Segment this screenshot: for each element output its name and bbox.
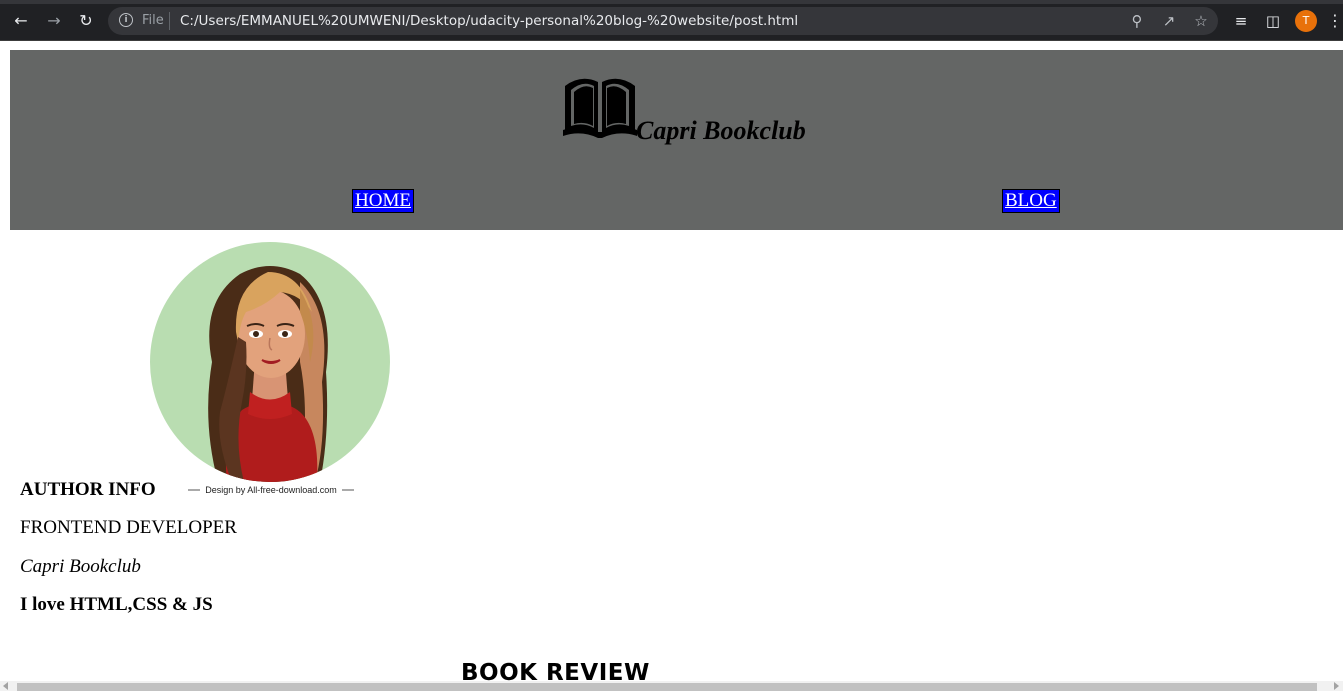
- kebab-menu-icon[interactable]: ⋮: [1327, 11, 1343, 31]
- site-header: Capri Bookclub HOME BLOG: [10, 50, 1343, 230]
- scroll-left-arrow-icon[interactable]: [3, 682, 8, 690]
- reload-icon[interactable]: ↻: [76, 11, 96, 31]
- star-icon[interactable]: ☆: [1191, 11, 1211, 31]
- omnibox-separator: [169, 12, 170, 30]
- nav-blog-link[interactable]: BLOG: [1002, 189, 1060, 213]
- side-panel-icon[interactable]: ◫: [1263, 11, 1283, 31]
- author-club: Capri Bookclub: [20, 556, 141, 577]
- open-book-icon: [563, 78, 637, 138]
- zoom-icon[interactable]: ⚲: [1127, 11, 1147, 31]
- author-tagline: I love HTML,CSS & JS: [20, 594, 213, 615]
- tab-strip: [0, 0, 1343, 4]
- share-icon[interactable]: ↗: [1159, 11, 1179, 31]
- brand-title: Capri Bookclub: [636, 116, 806, 145]
- author-role: FRONTEND DEVELOPER: [20, 517, 237, 538]
- reading-list-icon[interactable]: ≡: [1231, 11, 1251, 31]
- author-avatar-image: [150, 242, 390, 491]
- author-info-heading: AUTHOR INFO: [20, 479, 156, 500]
- forward-arrow-icon[interactable]: →: [44, 11, 64, 31]
- profile-avatar[interactable]: T: [1295, 10, 1317, 32]
- url-text[interactable]: C:/Users/EMMANUEL%20UMWENI/Desktop/udaci…: [180, 12, 798, 30]
- image-credit: Design by All-free-download.com: [205, 485, 337, 495]
- nav-home-link[interactable]: HOME: [352, 189, 414, 213]
- scrollbar-thumb[interactable]: [17, 683, 1317, 691]
- scroll-right-arrow-icon[interactable]: [1334, 682, 1339, 690]
- back-arrow-icon[interactable]: ←: [11, 11, 31, 31]
- url-scheme-label: File: [142, 13, 164, 28]
- info-icon[interactable]: i: [119, 13, 133, 27]
